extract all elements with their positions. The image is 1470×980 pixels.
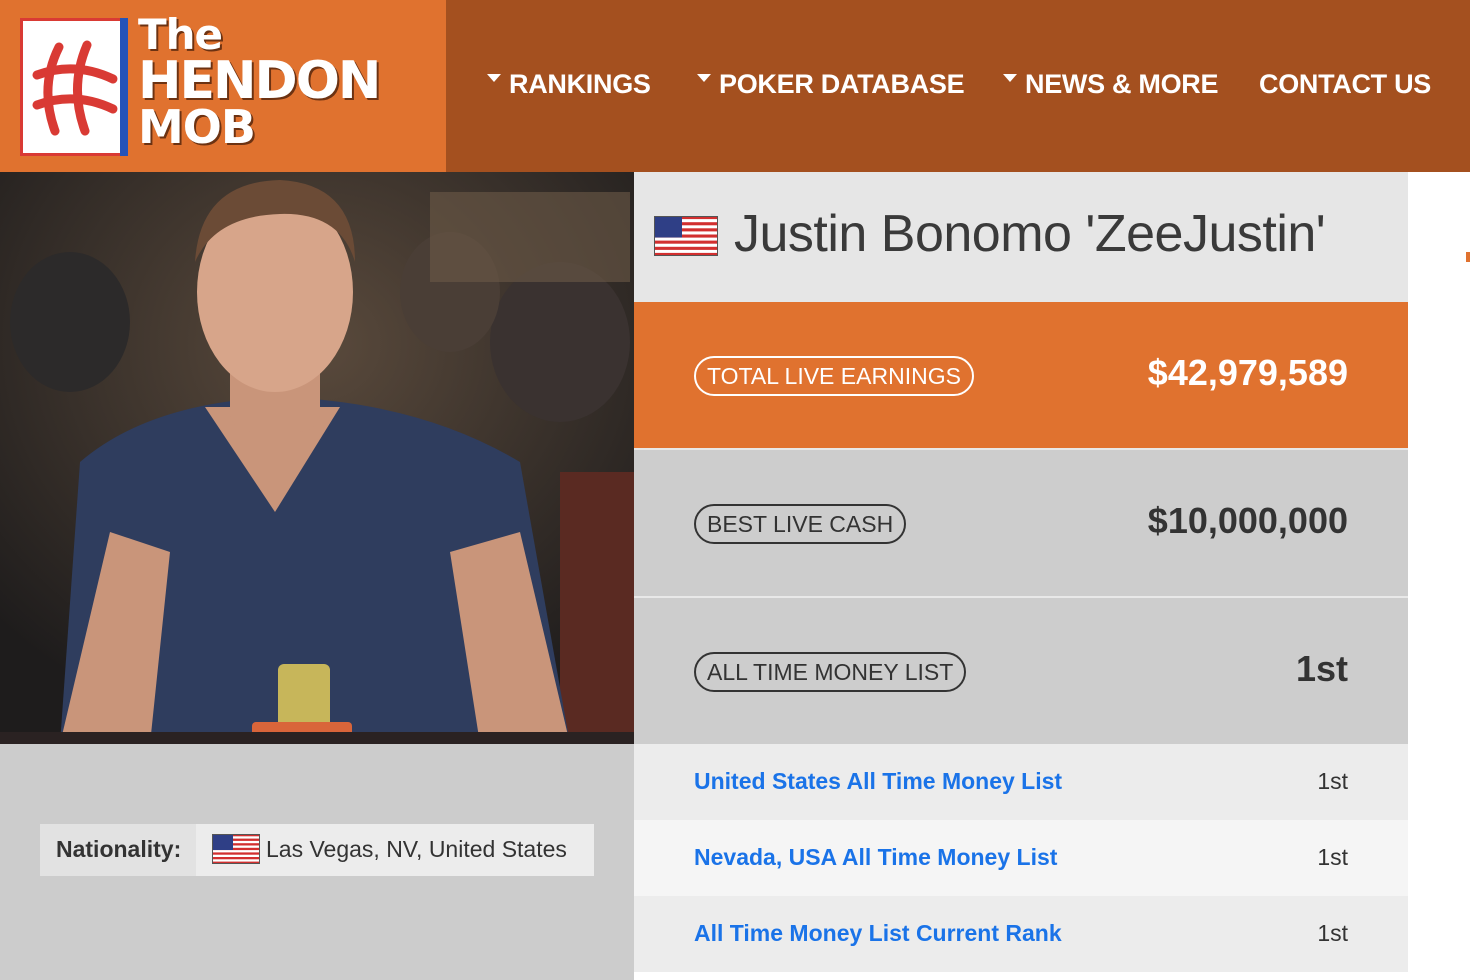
site-header: The HENDON MOB RANKINGS POKER DATABASE N… xyxy=(0,0,1470,172)
chevron-down-icon xyxy=(1003,74,1017,82)
stat-value: $42,979,589 xyxy=(1147,352,1348,393)
ranking-link-current-rank[interactable]: All Time Money List Current Rank xyxy=(694,920,1062,947)
nav-contact-us-label: CONTACT US xyxy=(1259,68,1431,99)
stat-total-live-earnings: TOTAL LIVE EARNINGS $42,979,589 xyxy=(634,302,1408,448)
player-photo xyxy=(0,172,634,744)
ranking-link-nevada[interactable]: Nevada, USA All Time Money List xyxy=(694,844,1057,871)
nationality-label: Nationality: xyxy=(56,836,182,862)
nationality-value: Las Vegas, NV, United States xyxy=(266,836,567,862)
right-gutter xyxy=(1408,172,1470,980)
ranking-value: 1st xyxy=(1317,844,1348,870)
stat-value: 1st xyxy=(1295,648,1348,689)
scroll-marker xyxy=(1466,252,1470,262)
logo-globe-mark xyxy=(32,40,118,136)
ranking-link-united-states[interactable]: United States All Time Money List xyxy=(694,768,1062,795)
ranking-value: 1st xyxy=(1317,920,1348,946)
nav-rankings-label: RANKINGS xyxy=(509,68,651,99)
nav-rankings[interactable]: RANKINGS xyxy=(487,62,651,106)
us-flag-icon xyxy=(212,834,260,864)
chevron-down-icon xyxy=(487,74,501,82)
stat-label-badge: BEST LIVE CASH xyxy=(694,504,907,544)
logo-line-hendon: HENDON xyxy=(138,51,381,111)
hendon-mob-logo-icon xyxy=(20,18,128,156)
nav-contact-us[interactable]: CONTACT US xyxy=(1259,62,1431,106)
ranking-value: 1st xyxy=(1317,768,1348,794)
ranking-row: All Time Money List Current Rank 1st xyxy=(634,896,1408,972)
stat-label-badge: TOTAL LIVE EARNINGS xyxy=(694,356,974,396)
stat-label-badge: ALL TIME MONEY LIST xyxy=(694,652,967,692)
stat-all-time-money-list: ALL TIME MONEY LIST 1st xyxy=(634,598,1408,744)
chevron-down-icon xyxy=(697,74,711,82)
us-flag-icon xyxy=(654,216,718,256)
page-title: Justin Bonomo 'ZeeJustin' xyxy=(734,205,1326,263)
nav-poker-database[interactable]: POKER DATABASE xyxy=(697,62,965,106)
nav-news-more[interactable]: NEWS & MORE xyxy=(1003,62,1219,106)
stat-best-live-cash: BEST LIVE CASH $10,000,000 xyxy=(634,450,1408,596)
nav-news-more-label: NEWS & MORE xyxy=(1025,68,1219,99)
player-photo-image xyxy=(0,172,634,744)
logo-area[interactable]: The HENDON MOB xyxy=(0,0,446,172)
stat-value: $10,000,000 xyxy=(1147,500,1348,541)
ranking-row: Nevada, USA All Time Money List 1st xyxy=(634,820,1408,896)
nav-poker-database-label: POKER DATABASE xyxy=(719,68,965,99)
ranking-row: United States All Time Money List 1st xyxy=(634,744,1408,820)
logo-wordmark: The HENDON MOB xyxy=(138,12,381,151)
